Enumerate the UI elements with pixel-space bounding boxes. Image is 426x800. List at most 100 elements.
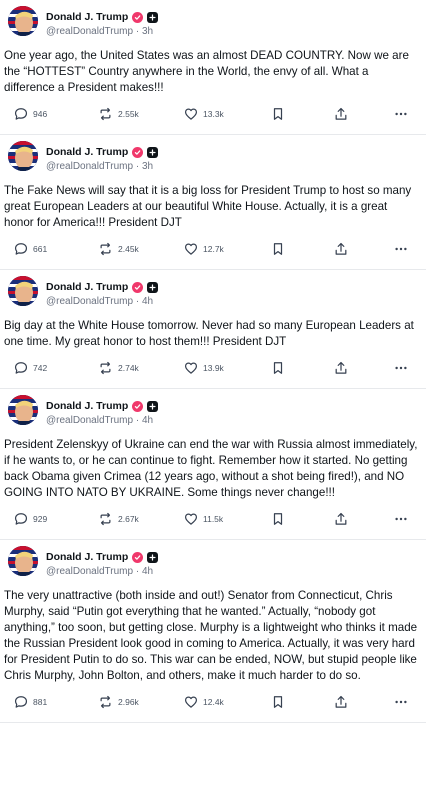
author-name[interactable]: Donald J. Trump [46, 146, 128, 158]
bookmark-icon [273, 362, 283, 374]
share-button[interactable] [334, 512, 348, 526]
repost-arrows-icon [100, 242, 111, 256]
bookmark-button[interactable] [272, 512, 284, 526]
repost-arrows-icon [100, 695, 111, 709]
post-card[interactable]: Donald J. Trump @realDonaldTrump · 3h On… [0, 0, 426, 135]
like-count: 13.9k [203, 363, 224, 373]
bookmark-button[interactable] [272, 695, 284, 709]
repost-count: 2.96k [118, 697, 139, 707]
post-card[interactable]: Donald J. Trump @realDonaldTrump · 4h Pr… [0, 389, 426, 540]
more-options-button[interactable] [394, 242, 408, 256]
post-card[interactable]: Donald J. Trump @realDonaldTrump · 3h Th… [0, 135, 426, 270]
like-count: 11.5k [203, 514, 224, 524]
handle-time: @realDonaldTrump · 4h [46, 296, 154, 307]
post-text: The Fake News will say that it is a big … [4, 184, 412, 229]
like-button[interactable]: 12.7k [184, 242, 224, 256]
author-handle[interactable]: @realDonaldTrump [46, 415, 133, 426]
bookmark-button[interactable] [272, 242, 284, 256]
post-card[interactable]: Donald J. Trump @realDonaldTrump · 4h Bi… [0, 270, 426, 389]
author-handle[interactable]: @realDonaldTrump [46, 161, 133, 172]
more-options-button[interactable] [394, 695, 408, 709]
reply-button[interactable]: 946 [14, 107, 47, 121]
share-button[interactable] [334, 695, 348, 709]
like-button[interactable]: 13.9k [184, 361, 224, 375]
post-actions: 742 2.74k 13.9k [4, 350, 422, 388]
repost-button[interactable]: 2.45k [98, 242, 139, 256]
verified-badge-icon [132, 146, 144, 158]
post-actions: 881 2.96k 12.4k [4, 684, 422, 722]
reply-count: 929 [33, 514, 48, 524]
post-header: Donald J. Trump @realDonaldTrump · 4h [4, 540, 422, 588]
handle-time: @realDonaldTrump · 3h [46, 161, 154, 172]
share-button[interactable] [334, 107, 348, 121]
author-handle[interactable]: @realDonaldTrump [46, 566, 133, 577]
heart-icon [184, 513, 198, 525]
verified-badge-icon [132, 11, 144, 23]
speech-bubble-icon [14, 362, 28, 374]
author-name[interactable]: Donald J. Trump [46, 400, 128, 412]
author-name[interactable]: Donald J. Trump [46, 281, 128, 293]
repost-button[interactable]: 2.74k [98, 361, 139, 375]
more-options-button[interactable] [394, 512, 408, 526]
reply-button[interactable]: 661 [14, 242, 47, 256]
author-name[interactable]: Donald J. Trump [46, 11, 128, 23]
like-button[interactable]: 12.4k [184, 695, 224, 709]
post-actions: 661 2.45k 12.7k [4, 231, 422, 269]
post-time[interactable]: 3h [142, 161, 153, 172]
bookmark-button[interactable] [272, 107, 284, 121]
more-dots-icon [395, 517, 407, 521]
avatar[interactable] [8, 395, 38, 425]
avatar[interactable] [8, 276, 38, 306]
more-options-button[interactable] [394, 361, 408, 375]
avatar[interactable] [8, 6, 38, 36]
share-upload-icon [335, 361, 347, 374]
share-upload-icon [335, 242, 347, 255]
bookmark-icon [273, 696, 283, 708]
bookmark-button[interactable] [272, 361, 284, 375]
post-text: One year ago, the United States was an a… [4, 49, 409, 94]
repost-button[interactable]: 2.96k [98, 695, 139, 709]
heart-icon [184, 108, 198, 120]
author-handle[interactable]: @realDonaldTrump [46, 296, 133, 307]
post-card[interactable]: Donald J. Trump @realDonaldTrump · 4h Th… [0, 540, 426, 723]
share-button[interactable] [334, 361, 348, 375]
more-dots-icon [395, 112, 407, 116]
verified-badge-icon [132, 281, 144, 293]
post-header: Donald J. Trump @realDonaldTrump · 3h [4, 135, 422, 183]
plus-badge-icon [147, 281, 159, 293]
repost-button[interactable]: 2.55k [98, 107, 139, 121]
heart-icon [184, 243, 198, 255]
post-text: President Zelenskyy of Ukraine can end t… [4, 438, 418, 499]
avatar[interactable] [8, 141, 38, 171]
post-time[interactable]: 3h [142, 26, 153, 37]
author-name[interactable]: Donald J. Trump [46, 551, 128, 563]
author-handle[interactable]: @realDonaldTrump [46, 26, 133, 37]
repost-button[interactable]: 2.67k [98, 512, 139, 526]
plus-badge-icon [147, 11, 159, 23]
post-header: Donald J. Trump @realDonaldTrump · 4h [4, 389, 422, 437]
reply-button[interactable]: 929 [14, 512, 47, 526]
post-time[interactable]: 4h [142, 566, 153, 577]
avatar[interactable] [8, 546, 38, 576]
like-button[interactable]: 13.3k [184, 107, 224, 121]
bookmark-icon [273, 513, 283, 525]
heart-icon [184, 696, 198, 708]
reply-button[interactable]: 742 [14, 361, 47, 375]
like-count: 12.7k [203, 244, 224, 254]
plus-badge-icon [147, 400, 159, 412]
reply-count: 881 [33, 697, 48, 707]
post-time[interactable]: 4h [142, 296, 153, 307]
speech-bubble-icon [14, 243, 28, 255]
post-time[interactable]: 4h [142, 415, 153, 426]
post-actions: 929 2.67k 11.5k [4, 501, 422, 539]
handle-time: @realDonaldTrump · 4h [46, 415, 154, 426]
share-button[interactable] [334, 242, 348, 256]
speech-bubble-icon [14, 513, 28, 525]
more-dots-icon [395, 366, 407, 370]
like-count: 12.4k [203, 697, 224, 707]
like-button[interactable]: 11.5k [184, 512, 223, 526]
more-options-button[interactable] [394, 107, 408, 121]
post-text: The very unattractive (both inside and o… [4, 589, 418, 682]
reply-button[interactable]: 881 [14, 695, 47, 709]
handle-time: @realDonaldTrump · 4h [46, 566, 154, 577]
